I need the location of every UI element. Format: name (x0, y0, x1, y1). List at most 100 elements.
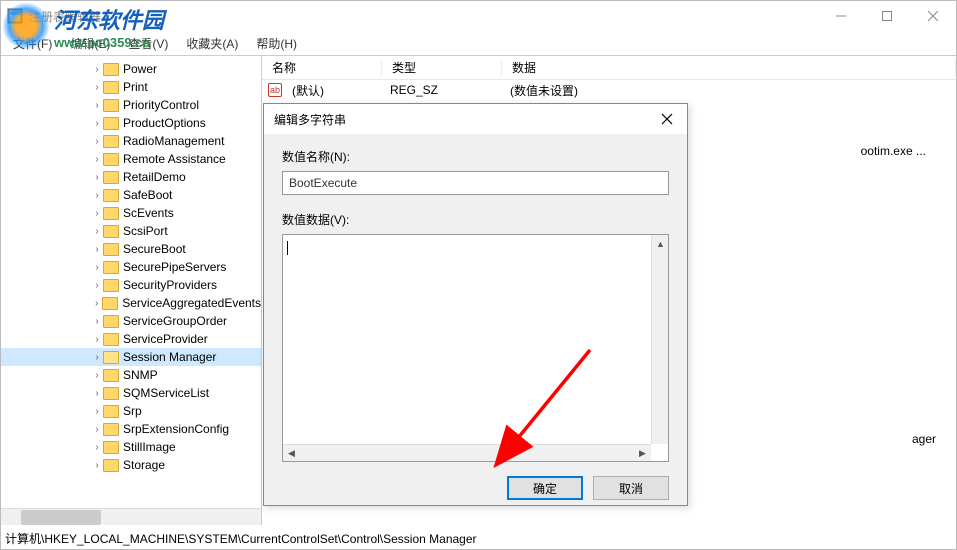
chevron-right-icon[interactable]: › (91, 388, 103, 399)
tree-item[interactable]: › SrpExtensionConfig (1, 420, 261, 438)
chevron-right-icon[interactable]: › (91, 64, 103, 75)
menu-edit[interactable]: 编辑(E) (64, 33, 116, 54)
chevron-right-icon[interactable]: › (91, 460, 103, 471)
tree-item-label: Print (123, 80, 148, 94)
dialog-close-button[interactable] (651, 107, 683, 131)
titlebar: 注册表编辑器 (1, 1, 956, 31)
textarea-scrollbar-vertical[interactable]: ▲ (651, 235, 668, 444)
app-icon (7, 8, 23, 24)
tree-item[interactable]: ›RetailDemo (1, 168, 261, 186)
scrollbar-thumb[interactable] (21, 510, 101, 525)
chevron-right-icon[interactable]: › (91, 334, 103, 345)
menu-view[interactable]: 查看(V) (122, 33, 174, 54)
tree-item-label: SafeBoot (123, 188, 172, 202)
value-data-label: 数值数据(V): (282, 211, 669, 228)
folder-icon (102, 297, 118, 310)
tree-item-label: ServiceGroupOrder (123, 314, 227, 328)
tree-item-label: ServiceAggregatedEvents (122, 296, 261, 310)
chevron-right-icon[interactable]: › (91, 118, 103, 129)
menu-help[interactable]: 帮助(H) (250, 33, 303, 54)
tree-item[interactable]: › StillImage (1, 438, 261, 456)
window-controls (818, 1, 956, 31)
folder-icon (103, 315, 119, 328)
tree-item[interactable]: ›SecureBoot (1, 240, 261, 258)
chevron-right-icon[interactable]: › (91, 100, 103, 111)
col-data[interactable]: 数据 (502, 59, 956, 76)
folder-icon (103, 189, 119, 202)
tree-item[interactable]: › Session Manager (1, 348, 261, 366)
value-data-textarea[interactable]: ▲ ◀ ▶ (282, 234, 669, 462)
chevron-right-icon[interactable]: › (91, 280, 103, 291)
chevron-right-icon[interactable]: › (91, 442, 103, 453)
tree-item[interactable]: › SecurityProviders (1, 276, 261, 294)
tree-item-label: StillImage (123, 440, 176, 454)
tree-item-label: SecurePipeServers (123, 260, 226, 274)
tree[interactable]: ›Power›Print›PriorityControl›ProductOpti… (1, 56, 261, 478)
tree-item-label: ProductOptions (123, 116, 206, 130)
chevron-right-icon[interactable]: › (91, 226, 103, 237)
col-type[interactable]: 类型 (382, 59, 502, 76)
menu-favorites[interactable]: 收藏夹(A) (180, 33, 244, 54)
maximize-button[interactable] (864, 1, 910, 31)
tree-item-label: Power (123, 62, 157, 76)
textarea-scrollbar-horizontal[interactable]: ◀ ▶ (283, 444, 651, 461)
tree-scrollbar-horizontal[interactable] (1, 508, 261, 525)
chevron-right-icon[interactable]: › (91, 172, 103, 183)
chevron-right-icon[interactable]: › (91, 262, 103, 273)
tree-item[interactable]: ›PriorityControl (1, 96, 261, 114)
edit-multistring-dialog: 编辑多字符串 数值名称(N): 数值数据(V): ▲ ◀ ▶ 确定 取消 (263, 103, 688, 506)
chevron-right-icon[interactable]: › (91, 208, 103, 219)
col-name[interactable]: 名称 (262, 59, 382, 76)
chevron-right-icon[interactable]: › (91, 298, 102, 309)
tree-item[interactable]: ›RadioManagement (1, 132, 261, 150)
cancel-button[interactable]: 取消 (593, 476, 669, 500)
tree-item-label: SrpExtensionConfig (123, 422, 229, 436)
tree-item[interactable]: › ServiceAggregatedEvents (1, 294, 261, 312)
tree-item-label: SecurityProviders (123, 278, 217, 292)
tree-item[interactable]: › Storage (1, 456, 261, 474)
tree-panel: ›Power›Print›PriorityControl›ProductOpti… (1, 56, 262, 525)
chevron-right-icon[interactable]: › (91, 136, 103, 147)
tree-item[interactable]: › ServiceGroupOrder (1, 312, 261, 330)
cell-type: REG_SZ (380, 83, 500, 97)
chevron-right-icon[interactable]: › (91, 424, 103, 435)
tree-item-label: Session Manager (123, 350, 216, 364)
scroll-right-arrow[interactable]: ▶ (634, 445, 651, 462)
list-row[interactable]: ab (默认) REG_SZ (数值未设置) (262, 80, 956, 100)
chevron-right-icon[interactable]: › (91, 316, 103, 327)
chevron-right-icon[interactable]: › (91, 370, 103, 381)
tree-item[interactable]: › SecurePipeServers (1, 258, 261, 276)
tree-item-label: ServiceProvider (123, 332, 208, 346)
value-name-input[interactable] (282, 171, 669, 195)
tree-item[interactable]: ›SNMP (1, 366, 261, 384)
chevron-right-icon[interactable]: › (91, 190, 103, 201)
tree-item[interactable]: ›SQMServiceList (1, 384, 261, 402)
tree-item[interactable]: › ServiceProvider (1, 330, 261, 348)
tree-item-label: ScsiPort (123, 224, 168, 238)
tree-item[interactable]: ›ScEvents (1, 204, 261, 222)
close-button[interactable] (910, 1, 956, 31)
chevron-right-icon[interactable]: › (91, 244, 103, 255)
tree-item[interactable]: › ScsiPort (1, 222, 261, 240)
tree-item[interactable]: ›Remote Assistance (1, 150, 261, 168)
menu-file[interactable]: 文件(F) (7, 33, 58, 54)
minimize-button[interactable] (818, 1, 864, 31)
tree-item-label: Storage (123, 458, 165, 472)
scroll-up-arrow[interactable]: ▲ (652, 235, 669, 252)
chevron-right-icon[interactable]: › (91, 406, 103, 417)
tree-item[interactable]: › Print (1, 78, 261, 96)
tree-item[interactable]: › ProductOptions (1, 114, 261, 132)
cell-data: (数值未设置) (500, 82, 588, 99)
ok-button[interactable]: 确定 (507, 476, 583, 500)
dialog-titlebar[interactable]: 编辑多字符串 (264, 104, 687, 134)
folder-icon (103, 225, 119, 238)
chevron-right-icon[interactable]: › (91, 352, 103, 363)
chevron-right-icon[interactable]: › (91, 82, 103, 93)
tree-item[interactable]: ›Srp (1, 402, 261, 420)
tree-item[interactable]: › SafeBoot (1, 186, 261, 204)
chevron-right-icon[interactable]: › (91, 154, 103, 165)
folder-icon (103, 369, 119, 382)
scroll-left-arrow[interactable]: ◀ (283, 445, 300, 462)
tree-item[interactable]: › Power (1, 60, 261, 78)
partial-text-2: ager (912, 432, 936, 446)
